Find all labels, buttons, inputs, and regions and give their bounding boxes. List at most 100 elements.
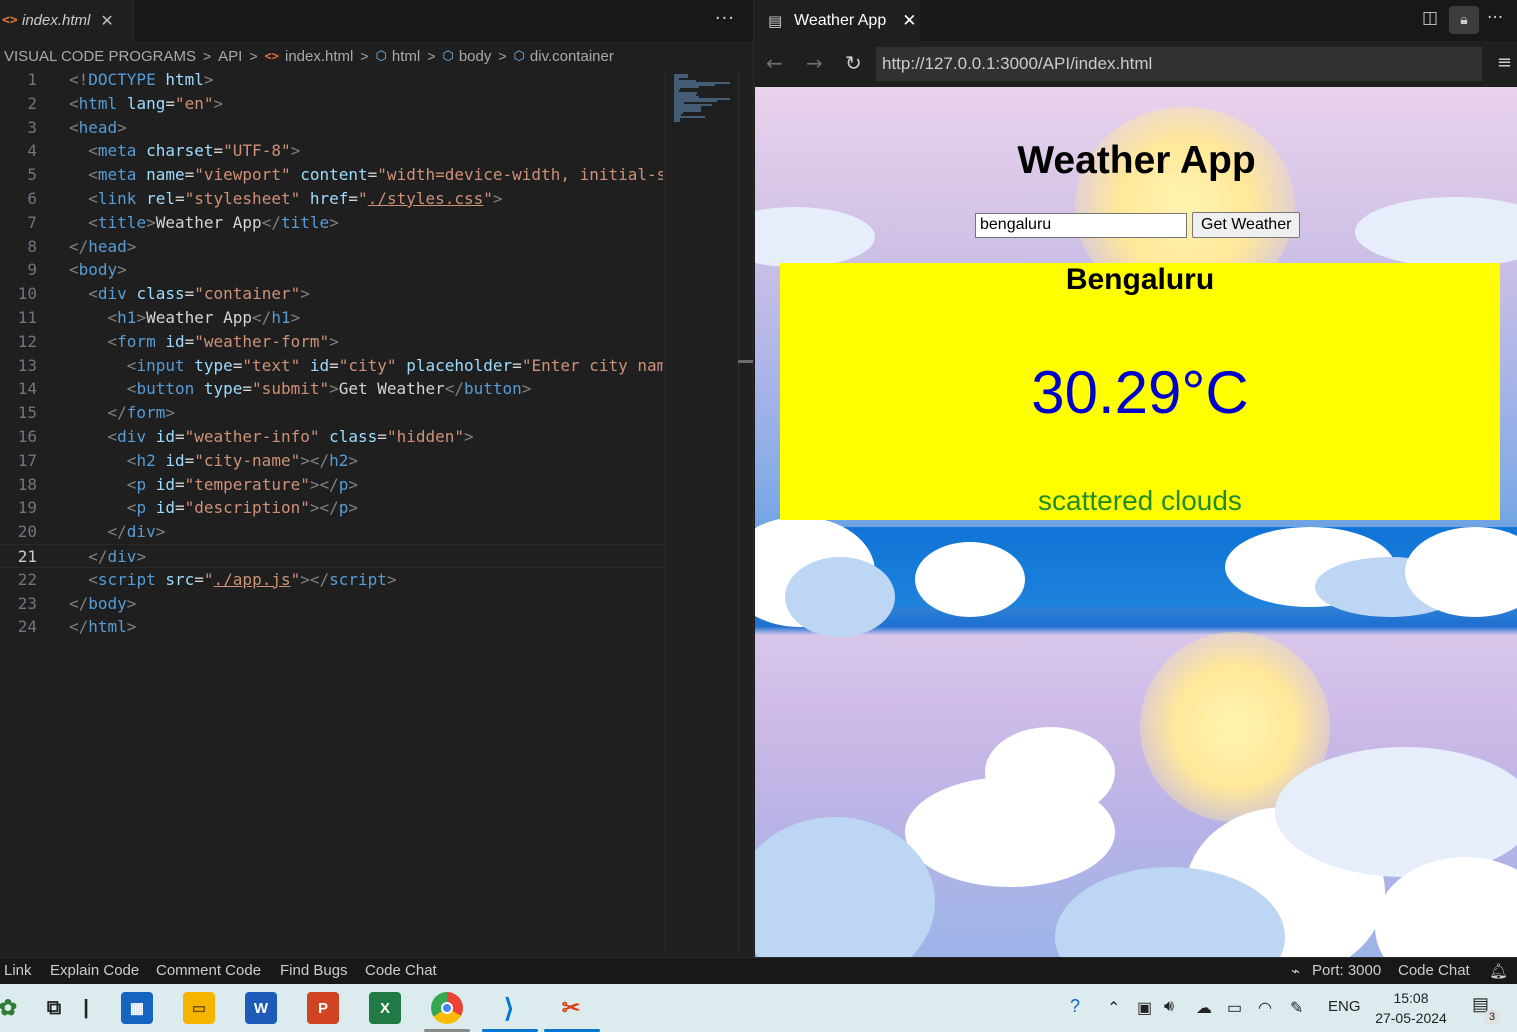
chevron-up-icon[interactable]: ⌃ xyxy=(1107,998,1120,1018)
code-line[interactable]: 19 <p id="description"></p> xyxy=(0,496,663,520)
breadcrumb-item-html[interactable]: html xyxy=(392,48,420,65)
reload-icon[interactable]: ↻ xyxy=(845,51,862,75)
code-line[interactable]: 10 <div class="container"> xyxy=(0,282,663,306)
code-text: </div> xyxy=(69,545,146,567)
code-line[interactable]: 17 <h2 id="city-name"></h2> xyxy=(0,449,663,473)
code-token: "container" xyxy=(194,284,301,304)
cloud-decoration xyxy=(915,542,1025,617)
wifi-icon[interactable]: ◠ xyxy=(1258,998,1272,1018)
code-token: "Enter city nam xyxy=(521,355,663,375)
url-input[interactable]: http://127.0.0.1:3000/API/index.html xyxy=(876,47,1482,81)
status-find-bugs[interactable]: Find Bugs xyxy=(280,962,348,979)
word-icon[interactable]: W xyxy=(245,992,277,1024)
status-code-chat-right[interactable]: Code Chat xyxy=(1398,962,1470,979)
code-token: p xyxy=(136,498,147,518)
code-line[interactable]: 3 <head> xyxy=(0,116,663,140)
code-line[interactable]: 11 <h1>Weather App</h1> xyxy=(0,306,663,330)
bell-icon[interactable]: 🔔︎ xyxy=(1489,962,1508,980)
speaker-icon[interactable]: 🔊︎ xyxy=(1164,998,1174,1016)
status-link[interactable]: Link xyxy=(4,962,32,979)
code-line[interactable]: 6 <link rel="stylesheet" href="./styles.… xyxy=(0,187,663,211)
code-token: "description" xyxy=(184,498,310,518)
weather-info-card: Bengaluru 30.29°C scattered clouds xyxy=(780,263,1500,520)
language-indicator[interactable]: ENG xyxy=(1328,998,1361,1015)
ellipsis-icon[interactable]: ··· xyxy=(715,8,735,29)
onedrive-cloud-icon[interactable]: ☁ xyxy=(1196,998,1212,1018)
breadcrumb-item-api[interactable]: API xyxy=(218,48,242,65)
code-token: " xyxy=(290,569,301,589)
get-weather-button[interactable]: Get Weather xyxy=(1192,212,1301,238)
code-line[interactable]: 24 </html> xyxy=(0,615,663,639)
status-comment-code[interactable]: Comment Code xyxy=(156,962,261,979)
code-text: <html lang="en"> xyxy=(69,92,223,116)
lock-icon[interactable]: 🔒︎ xyxy=(1449,6,1479,34)
city-input[interactable] xyxy=(975,212,1187,238)
widgets-icon[interactable]: ✿ xyxy=(0,992,24,1024)
page-title: Weather App xyxy=(1017,139,1256,182)
breadcrumb-item-root[interactable]: VISUAL CODE PROGRAMS xyxy=(4,48,196,65)
code-token: > xyxy=(165,403,175,423)
code-line[interactable]: 22 <script src="./app.js"></script> xyxy=(0,568,663,592)
file-explorer-icon[interactable]: ▭ xyxy=(183,992,215,1024)
ellipsis-icon[interactable]: ··· xyxy=(1487,8,1503,28)
code-line[interactable]: 12 <form id="weather-form"> xyxy=(0,330,663,354)
close-icon[interactable]: ✕ xyxy=(902,11,916,31)
battery-icon[interactable]: ▭ xyxy=(1227,998,1242,1018)
task-view-icon[interactable]: ⧉ xyxy=(38,992,70,1024)
chevron-right-icon: > xyxy=(360,48,369,64)
code-token: = xyxy=(213,141,224,161)
excel-icon[interactable]: X xyxy=(369,992,401,1024)
editor-tab-index-html[interactable]: <> index.html ✕ xyxy=(0,0,134,41)
device-icon[interactable]: ▣ xyxy=(1137,998,1152,1018)
code-line[interactable]: 15 </form> xyxy=(0,401,663,425)
code-line[interactable]: 20 </div> xyxy=(0,520,663,544)
snipping-tool-icon[interactable]: ✂ xyxy=(555,992,587,1024)
code-token: "UTF-8" xyxy=(223,141,291,161)
minimap[interactable] xyxy=(665,68,737,956)
code-token: > xyxy=(348,474,359,494)
breadcrumb-item-container[interactable]: div.container xyxy=(530,48,614,65)
chevron-right-icon: > xyxy=(202,48,212,64)
status-explain-code[interactable]: Explain Code xyxy=(50,962,139,979)
code-line[interactable]: 2 <html lang="en"> xyxy=(0,92,663,116)
back-arrow-icon[interactable]: ← xyxy=(766,51,783,75)
code-token: "width=device-width, initial-s xyxy=(377,165,663,185)
forward-arrow-icon[interactable]: → xyxy=(806,51,823,75)
code-token: type xyxy=(194,355,233,375)
code-token: id xyxy=(155,426,175,446)
microsoft-store-icon[interactable]: ▦ xyxy=(121,992,153,1024)
code-line[interactable]: 9 <body> xyxy=(0,258,663,282)
status-port[interactable]: Port: 3000 xyxy=(1312,962,1381,979)
code-line[interactable]: 23 </body> xyxy=(0,592,663,616)
hamburger-menu-icon[interactable]: ≡ xyxy=(1497,52,1512,73)
browser-tab-weather-app[interactable]: ▤ Weather App ✕ xyxy=(754,0,920,41)
scrollbar-cursor-marker xyxy=(738,360,753,363)
code-line[interactable]: 8 </head> xyxy=(0,235,663,259)
pen-icon[interactable]: ✎ xyxy=(1290,998,1303,1018)
line-number: 24 xyxy=(17,617,37,637)
help-icon[interactable]: ? xyxy=(1070,996,1080,1017)
code-line[interactable]: 14 <button type="submit">Get Weather</bu… xyxy=(0,377,663,401)
clock[interactable]: 15:08 27-05-2024 xyxy=(1366,988,1456,1028)
code-line[interactable]: 7 <title>Weather App</title> xyxy=(0,211,663,235)
powerpoint-icon[interactable]: P xyxy=(307,992,339,1024)
code-text: </html> xyxy=(69,615,136,639)
code-line[interactable]: 16 <div id="weather-info" class="hidden"… xyxy=(0,425,663,449)
code-line[interactable]: 4 <meta charset="UTF-8"> xyxy=(0,139,663,163)
code-line[interactable]: 21 </div> xyxy=(0,543,663,568)
chrome-icon[interactable] xyxy=(431,992,463,1024)
code-line[interactable]: 5 <meta name="viewport" content="width=d… xyxy=(0,163,663,187)
split-editor-icon[interactable]: ◫ xyxy=(1422,8,1438,28)
code-area[interactable]: 1 <!DOCTYPE html> 2 <html lang="en"> 3 <head>… xyxy=(0,68,663,956)
breadcrumb-item-body[interactable]: body xyxy=(459,48,492,65)
code-line[interactable]: 13 <input type="text" id="city" placehol… xyxy=(0,354,663,378)
vs-code-icon[interactable]: ⟩ xyxy=(493,992,525,1024)
code-token: p xyxy=(338,474,349,494)
code-line[interactable]: 1 <!DOCTYPE html> xyxy=(0,68,663,92)
taskbar-divider: | xyxy=(83,996,89,1019)
breadcrumb-item-file[interactable]: index.html xyxy=(285,48,353,65)
close-icon[interactable]: ✕ xyxy=(100,11,113,30)
code-line[interactable]: 18 <p id="temperature"></p> xyxy=(0,473,663,497)
editor-scrollbar[interactable] xyxy=(738,68,753,956)
status-code-chat[interactable]: Code Chat xyxy=(365,962,437,979)
